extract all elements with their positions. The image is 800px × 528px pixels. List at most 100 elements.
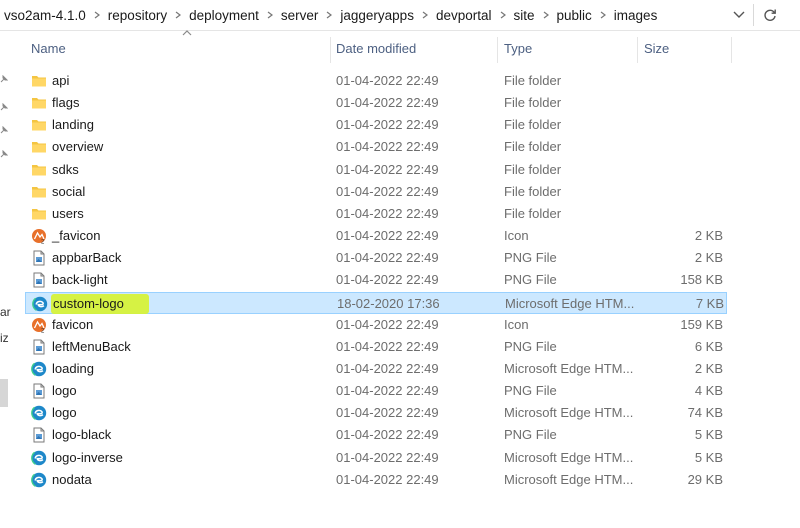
ico-file-icon: 2: [31, 317, 47, 334]
edge-file-icon: [31, 471, 47, 488]
navigation-pane[interactable]: ar iz: [0, 31, 11, 528]
breadcrumb-item[interactable]: devportal: [432, 8, 496, 23]
file-size: [645, 92, 723, 114]
folder-icon: [31, 139, 47, 155]
breadcrumb-separator-button[interactable]: [539, 8, 553, 22]
file-row[interactable]: logo 01-04-2022 22:49 Microsoft Edge HTM..…: [25, 402, 727, 424]
file-name: logo: [52, 405, 77, 421]
file-type: Microsoft Edge HTM...: [505, 295, 635, 311]
file-type: Microsoft Edge HTM...: [504, 449, 634, 465]
breadcrumb-item[interactable]: vso2am-4.1.0: [0, 8, 90, 23]
column-divider[interactable]: [731, 37, 732, 63]
file-type: PNG File: [504, 250, 557, 266]
file-size: 5 KB: [694, 427, 723, 443]
file-name: logo-black: [52, 427, 112, 443]
file-date-modified: 01-04-2022 22:49: [336, 139, 439, 155]
file-type: File folder: [504, 139, 562, 155]
file-row[interactable]: landing 01-04-2022 22:49 File folder: [25, 114, 727, 136]
file-date-modified: 01-04-2022 22:49: [336, 183, 439, 199]
file-row-selected[interactable]: custom-logo 18-02-2020 17:36 Microsoft Edg…: [25, 291, 727, 314]
file-row[interactable]: 2 favicon 01-04-2022 22:49 Icon 159 KB: [25, 314, 727, 336]
breadcrumb: vso2am-4.1.0 repository deployment server ja…: [0, 0, 661, 30]
breadcrumb-item[interactable]: repository: [104, 8, 171, 23]
nav-scrollbar-thumb[interactable]: [0, 379, 8, 407]
file-date-modified: 01-04-2022 22:49: [336, 360, 439, 376]
breadcrumb-separator-button[interactable]: [596, 8, 610, 22]
file-row[interactable]: nodata 01-04-2022 22:49 Microsoft Edge HTM…: [25, 469, 727, 491]
breadcrumb-item[interactable]: server: [277, 8, 323, 23]
file-row[interactable]: loading 01-04-2022 22:49 Microsoft Edge HT…: [25, 358, 727, 380]
file-row[interactable]: leftMenuBack 01-04-2022 22:49 PNG File 6 KB: [25, 336, 727, 358]
breadcrumb-item[interactable]: public: [553, 8, 596, 23]
png-file-icon: [31, 427, 47, 443]
png-file-icon: [31, 250, 47, 266]
breadcrumb-separator-button[interactable]: [90, 8, 104, 22]
column-header-type[interactable]: Type: [498, 31, 638, 65]
column-header-size[interactable]: Size: [638, 31, 732, 65]
file-name: landing: [52, 117, 94, 133]
file-date-modified: 01-04-2022 22:49: [336, 117, 439, 133]
pin-icon: [0, 103, 8, 111]
file-name: loading: [52, 360, 94, 376]
file-row[interactable]: logo 01-04-2022 22:49 PNG File 4 KB: [25, 380, 727, 402]
file-row[interactable]: social 01-04-2022 22:49 File folder: [25, 181, 727, 203]
file-size: 6 KB: [694, 338, 723, 354]
breadcrumb-separator-button[interactable]: [418, 8, 432, 22]
nav-item-label[interactable]: iz: [0, 331, 9, 345]
file-row[interactable]: 2 _favicon 01-04-2022 22:49 Icon 2 KB: [25, 225, 727, 247]
file-row[interactable]: sdks 01-04-2022 22:49 File folder: [25, 159, 727, 181]
breadcrumb-separator-button[interactable]: [496, 8, 510, 22]
breadcrumb-item[interactable]: images: [610, 8, 662, 23]
file-size: 74 KB: [687, 405, 723, 421]
file-type: File folder: [504, 117, 562, 133]
column-header-name[interactable]: Name: [25, 31, 330, 65]
file-size: [645, 181, 723, 203]
file-size: 2 KB: [694, 228, 723, 244]
file-row[interactable]: appbarBack 01-04-2022 22:49 PNG File 2 KB: [25, 247, 727, 269]
file-type: File folder: [504, 205, 562, 221]
breadcrumb-separator-button[interactable]: [263, 8, 277, 22]
refresh-button[interactable]: [760, 5, 780, 25]
divider: [753, 4, 754, 26]
file-type: File folder: [504, 95, 562, 111]
file-row[interactable]: logo-black 01-04-2022 22:49 PNG File 5 KB: [25, 424, 727, 446]
column-header-date[interactable]: Date modified: [330, 31, 498, 65]
png-file-icon: [31, 339, 47, 355]
edge-file-icon: [31, 361, 47, 377]
chevron-right-icon: [267, 11, 273, 19]
breadcrumb-item[interactable]: jaggeryapps: [336, 8, 418, 23]
chevron-right-icon: [600, 11, 606, 19]
file-type: Microsoft Edge HTM...: [504, 405, 634, 421]
chevron-right-icon: [94, 11, 100, 19]
file-type: Icon: [504, 228, 529, 244]
file-date-modified: 01-04-2022 22:49: [336, 449, 439, 465]
breadcrumb-separator-button[interactable]: [171, 8, 185, 22]
file-row[interactable]: flags 01-04-2022 22:49 File folder: [25, 92, 727, 114]
folder-icon: [31, 73, 47, 89]
file-size: 4 KB: [694, 383, 723, 399]
breadcrumb-separator-button[interactable]: [322, 8, 336, 22]
png-file-icon: [31, 272, 47, 288]
file-row[interactable]: back-light 01-04-2022 22:49 PNG File 158 KB: [25, 269, 727, 291]
address-history-dropdown[interactable]: [730, 6, 748, 24]
nav-item-label[interactable]: ar: [0, 305, 11, 319]
folder-icon: [31, 184, 47, 200]
file-row[interactable]: users 01-04-2022 22:49 File folder: [25, 203, 727, 225]
file-date-modified: 18-02-2020 17:36: [337, 295, 440, 311]
file-name: leftMenuBack: [52, 338, 131, 354]
file-type: File folder: [504, 161, 562, 177]
file-row[interactable]: logo-inverse 01-04-2022 22:49 Microsoft Ed…: [25, 447, 727, 469]
file-date-modified: 01-04-2022 22:49: [336, 316, 439, 332]
file-date-modified: 01-04-2022 22:49: [336, 338, 439, 354]
file-row[interactable]: api 01-04-2022 22:49 File folder: [25, 70, 727, 92]
breadcrumb-item[interactable]: deployment: [185, 8, 263, 23]
file-name: favicon: [52, 316, 94, 332]
file-type: PNG File: [504, 272, 557, 288]
file-row[interactable]: overview 01-04-2022 22:49 File folder: [25, 136, 727, 158]
breadcrumb-item[interactable]: site: [510, 8, 539, 23]
edge-file-icon: [31, 405, 47, 422]
file-name: nodata: [52, 471, 92, 487]
file-size: 2 KB: [694, 360, 723, 376]
file-date-modified: 01-04-2022 22:49: [336, 95, 439, 111]
address-bar[interactable]: vso2am-4.1.0 repository deployment server ja…: [0, 0, 800, 31]
